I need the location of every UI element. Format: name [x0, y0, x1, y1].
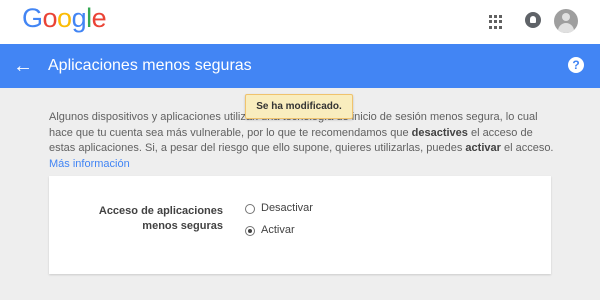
radio-label-activar[interactable]: Activar	[261, 224, 295, 236]
account-avatar[interactable]	[554, 9, 578, 33]
radio-button-activar[interactable]	[245, 226, 255, 236]
settings-card: Acceso de aplicaciones menos seguras Des…	[49, 176, 551, 274]
app-bar: ← Aplicaciones menos seguras ?	[0, 44, 600, 88]
notifications-icon[interactable]	[525, 12, 541, 28]
google-logo[interactable]: Google	[22, 3, 107, 34]
back-arrow-icon[interactable]: ←	[12, 55, 34, 77]
radio-label-desactivar[interactable]: Desactivar	[261, 202, 313, 214]
status-toast: Se ha modificado.	[245, 94, 353, 119]
description-text: Algunos dispositivos y aplicaciones util…	[49, 111, 554, 170]
radio-button-desactivar[interactable]	[245, 204, 255, 214]
page-title: Aplicaciones menos seguras	[48, 57, 252, 74]
more-info-link[interactable]: Más información	[49, 158, 130, 170]
help-icon[interactable]: ?	[568, 57, 584, 73]
apps-grid-icon[interactable]	[489, 15, 503, 29]
setting-label: Acceso de aplicaciones menos seguras	[98, 205, 223, 232]
top-bar: Google	[0, 0, 600, 44]
